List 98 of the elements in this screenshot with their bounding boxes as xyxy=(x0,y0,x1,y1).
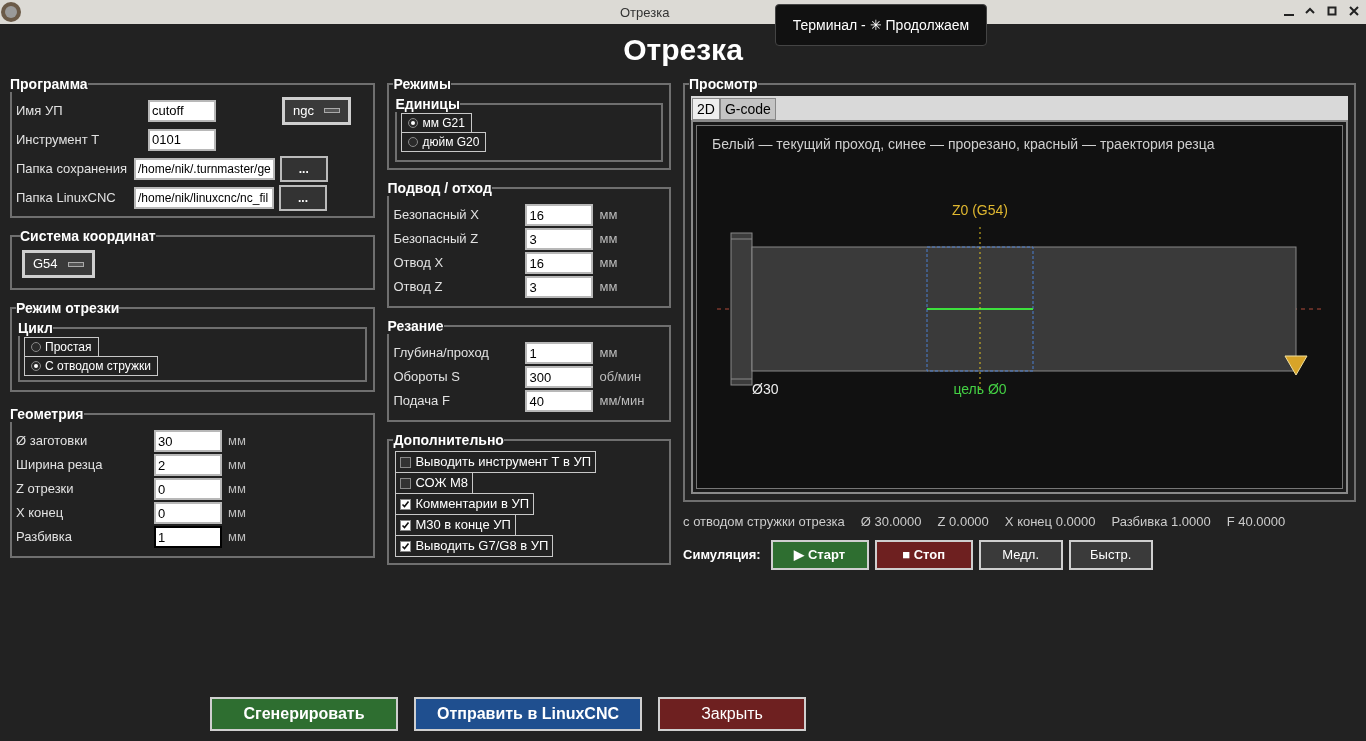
dropdown-button[interactable]: G54 xyxy=(22,250,95,278)
unit-label: мм xyxy=(228,456,246,475)
field-label: Отвод Z xyxy=(393,278,444,297)
field-label: Безопасный X xyxy=(393,206,480,225)
action-button[interactable]: Закрыть xyxy=(658,697,806,731)
diameter-label: Ø30 xyxy=(752,381,779,397)
group-title: Единицы xyxy=(395,96,460,112)
app-icon xyxy=(0,1,22,23)
z0-label: Z0 (G54) xyxy=(952,202,1009,218)
status-text: Разбивка 1.0000 xyxy=(1111,513,1211,532)
group-title: Резание xyxy=(387,318,444,334)
field-label: Папка сохранения xyxy=(16,159,128,178)
group-title: Система координат xyxy=(20,228,156,244)
field-label: Безопасный Z xyxy=(393,230,480,249)
input-field[interactable]: 16 xyxy=(525,252,594,274)
field-label: Глубина/проход xyxy=(393,344,490,363)
group-title: Программа xyxy=(10,76,88,92)
group-title: Геометрия xyxy=(10,406,84,422)
unit-label: мм/мин xyxy=(599,392,645,411)
input-field[interactable]: /home/nik/linuxcnc/nc_fil xyxy=(134,186,274,209)
simulation-button[interactable]: ▶ Старт xyxy=(770,540,869,570)
field-label: Ø заготовки xyxy=(16,432,89,451)
unit-label: мм xyxy=(228,432,246,451)
input-field[interactable]: cutoff xyxy=(148,99,216,122)
simulation-button[interactable]: Медл. xyxy=(978,540,1063,570)
field-label: Инструмент T xyxy=(16,130,101,149)
group-title: Режим отрезки xyxy=(16,300,120,316)
input-field[interactable]: 3 xyxy=(525,228,594,250)
status-text: Ø 30.0000 xyxy=(860,513,922,532)
simulation-button[interactable]: Быстр. xyxy=(1068,540,1153,570)
field-label: Имя УП xyxy=(16,101,64,120)
radio-option[interactable]: С отводом стружки xyxy=(24,356,158,376)
input-field[interactable]: 300 xyxy=(525,366,594,388)
status-text: с отводом стружки отрезка xyxy=(683,513,845,532)
input-field[interactable]: 1 xyxy=(525,342,594,364)
checkbox-option[interactable]: СОЖ M8 xyxy=(395,472,474,494)
field-label: X конец xyxy=(16,504,65,523)
dropdown-button[interactable]: ngc xyxy=(282,96,351,125)
field-label: Отвод X xyxy=(393,254,445,273)
simulation-label: Симуляция: xyxy=(683,546,761,565)
input-field[interactable]: 0 xyxy=(154,478,222,500)
simulation-button[interactable]: ■ Стоп xyxy=(874,540,973,570)
field-label: Разбивка xyxy=(16,528,73,547)
unit-label: об/мин xyxy=(599,368,642,387)
tab[interactable]: 2D xyxy=(692,98,720,120)
unit-label: мм xyxy=(228,504,246,523)
radio-option[interactable]: Простая xyxy=(24,337,99,357)
input-field[interactable]: 0 xyxy=(154,502,222,524)
group-title: Цикл xyxy=(18,320,53,336)
input-field[interactable]: 40 xyxy=(525,390,594,412)
unit-label: мм xyxy=(599,254,618,273)
action-button[interactable]: Отправить в LinuxCNC xyxy=(414,697,642,731)
page-heading: Отрезка xyxy=(622,32,744,68)
window-title: Отрезка xyxy=(620,4,670,22)
checkbox-option[interactable]: Выводить инструмент T в УП xyxy=(395,451,597,473)
unit-label: мм xyxy=(228,528,246,547)
group-title: Просмотр xyxy=(689,76,758,92)
target-label: цель Ø0 xyxy=(953,381,1007,397)
field-label: Z отрезки xyxy=(16,480,75,499)
terminal-notification: Терминал - ✳ Продолжаем xyxy=(775,4,987,46)
field-label: Папка LinuxCNC xyxy=(16,188,117,207)
checkbox-option[interactable]: M30 в конце УП xyxy=(395,514,516,536)
unit-label: мм xyxy=(599,344,618,363)
close-icon xyxy=(1348,5,1360,17)
maximize-icon xyxy=(1326,5,1338,17)
unit-label: мм xyxy=(599,278,618,297)
legend-text: Белый — текущий проход, синее — прорезано, красный — траектория резца xyxy=(712,136,1215,152)
action-button[interactable]: Сгенерировать xyxy=(210,697,398,731)
group-title: Дополнительно xyxy=(393,432,504,448)
browse-button[interactable]: ... xyxy=(279,155,328,182)
browse-button[interactable]: ... xyxy=(279,184,327,211)
input-field[interactable]: 3 xyxy=(525,276,594,298)
input-field[interactable]: 16 xyxy=(525,204,594,226)
checkbox-option[interactable]: Комментарии в УП xyxy=(395,493,535,515)
input-field[interactable]: 2 xyxy=(154,454,222,476)
bar-icon xyxy=(323,108,340,113)
unit-label: мм xyxy=(599,230,618,249)
checkbox-option[interactable]: Выводить G7/G8 в УП xyxy=(395,535,554,557)
tool-marker-icon xyxy=(1284,355,1308,376)
radio-option[interactable]: мм G21 xyxy=(401,113,472,133)
field-label: Обороты S xyxy=(393,368,461,387)
input-field[interactable]: 30 xyxy=(154,430,222,452)
group-title: Подвод / отход xyxy=(387,180,492,196)
unit-label: мм xyxy=(228,480,246,499)
field-label: Ширина резца xyxy=(16,456,104,475)
input-field[interactable]: 0101 xyxy=(148,128,216,151)
status-text: X конец 0.0000 xyxy=(1004,513,1096,532)
status-text: F 40.0000 xyxy=(1226,513,1286,532)
radio-option[interactable]: дюйм G20 xyxy=(401,132,487,152)
unit-label: мм xyxy=(599,206,618,225)
bar-icon xyxy=(67,261,84,267)
tab[interactable]: G-code xyxy=(719,98,776,120)
group-title: Режимы xyxy=(393,76,451,92)
field-label: Подача F xyxy=(393,392,451,411)
input-field[interactable]: /home/nik/.turnmaster/ge xyxy=(134,157,275,180)
minimize-icon xyxy=(1284,14,1294,16)
input-field[interactable]: 1 xyxy=(154,526,222,548)
status-text: Z 0.0000 xyxy=(937,513,989,532)
